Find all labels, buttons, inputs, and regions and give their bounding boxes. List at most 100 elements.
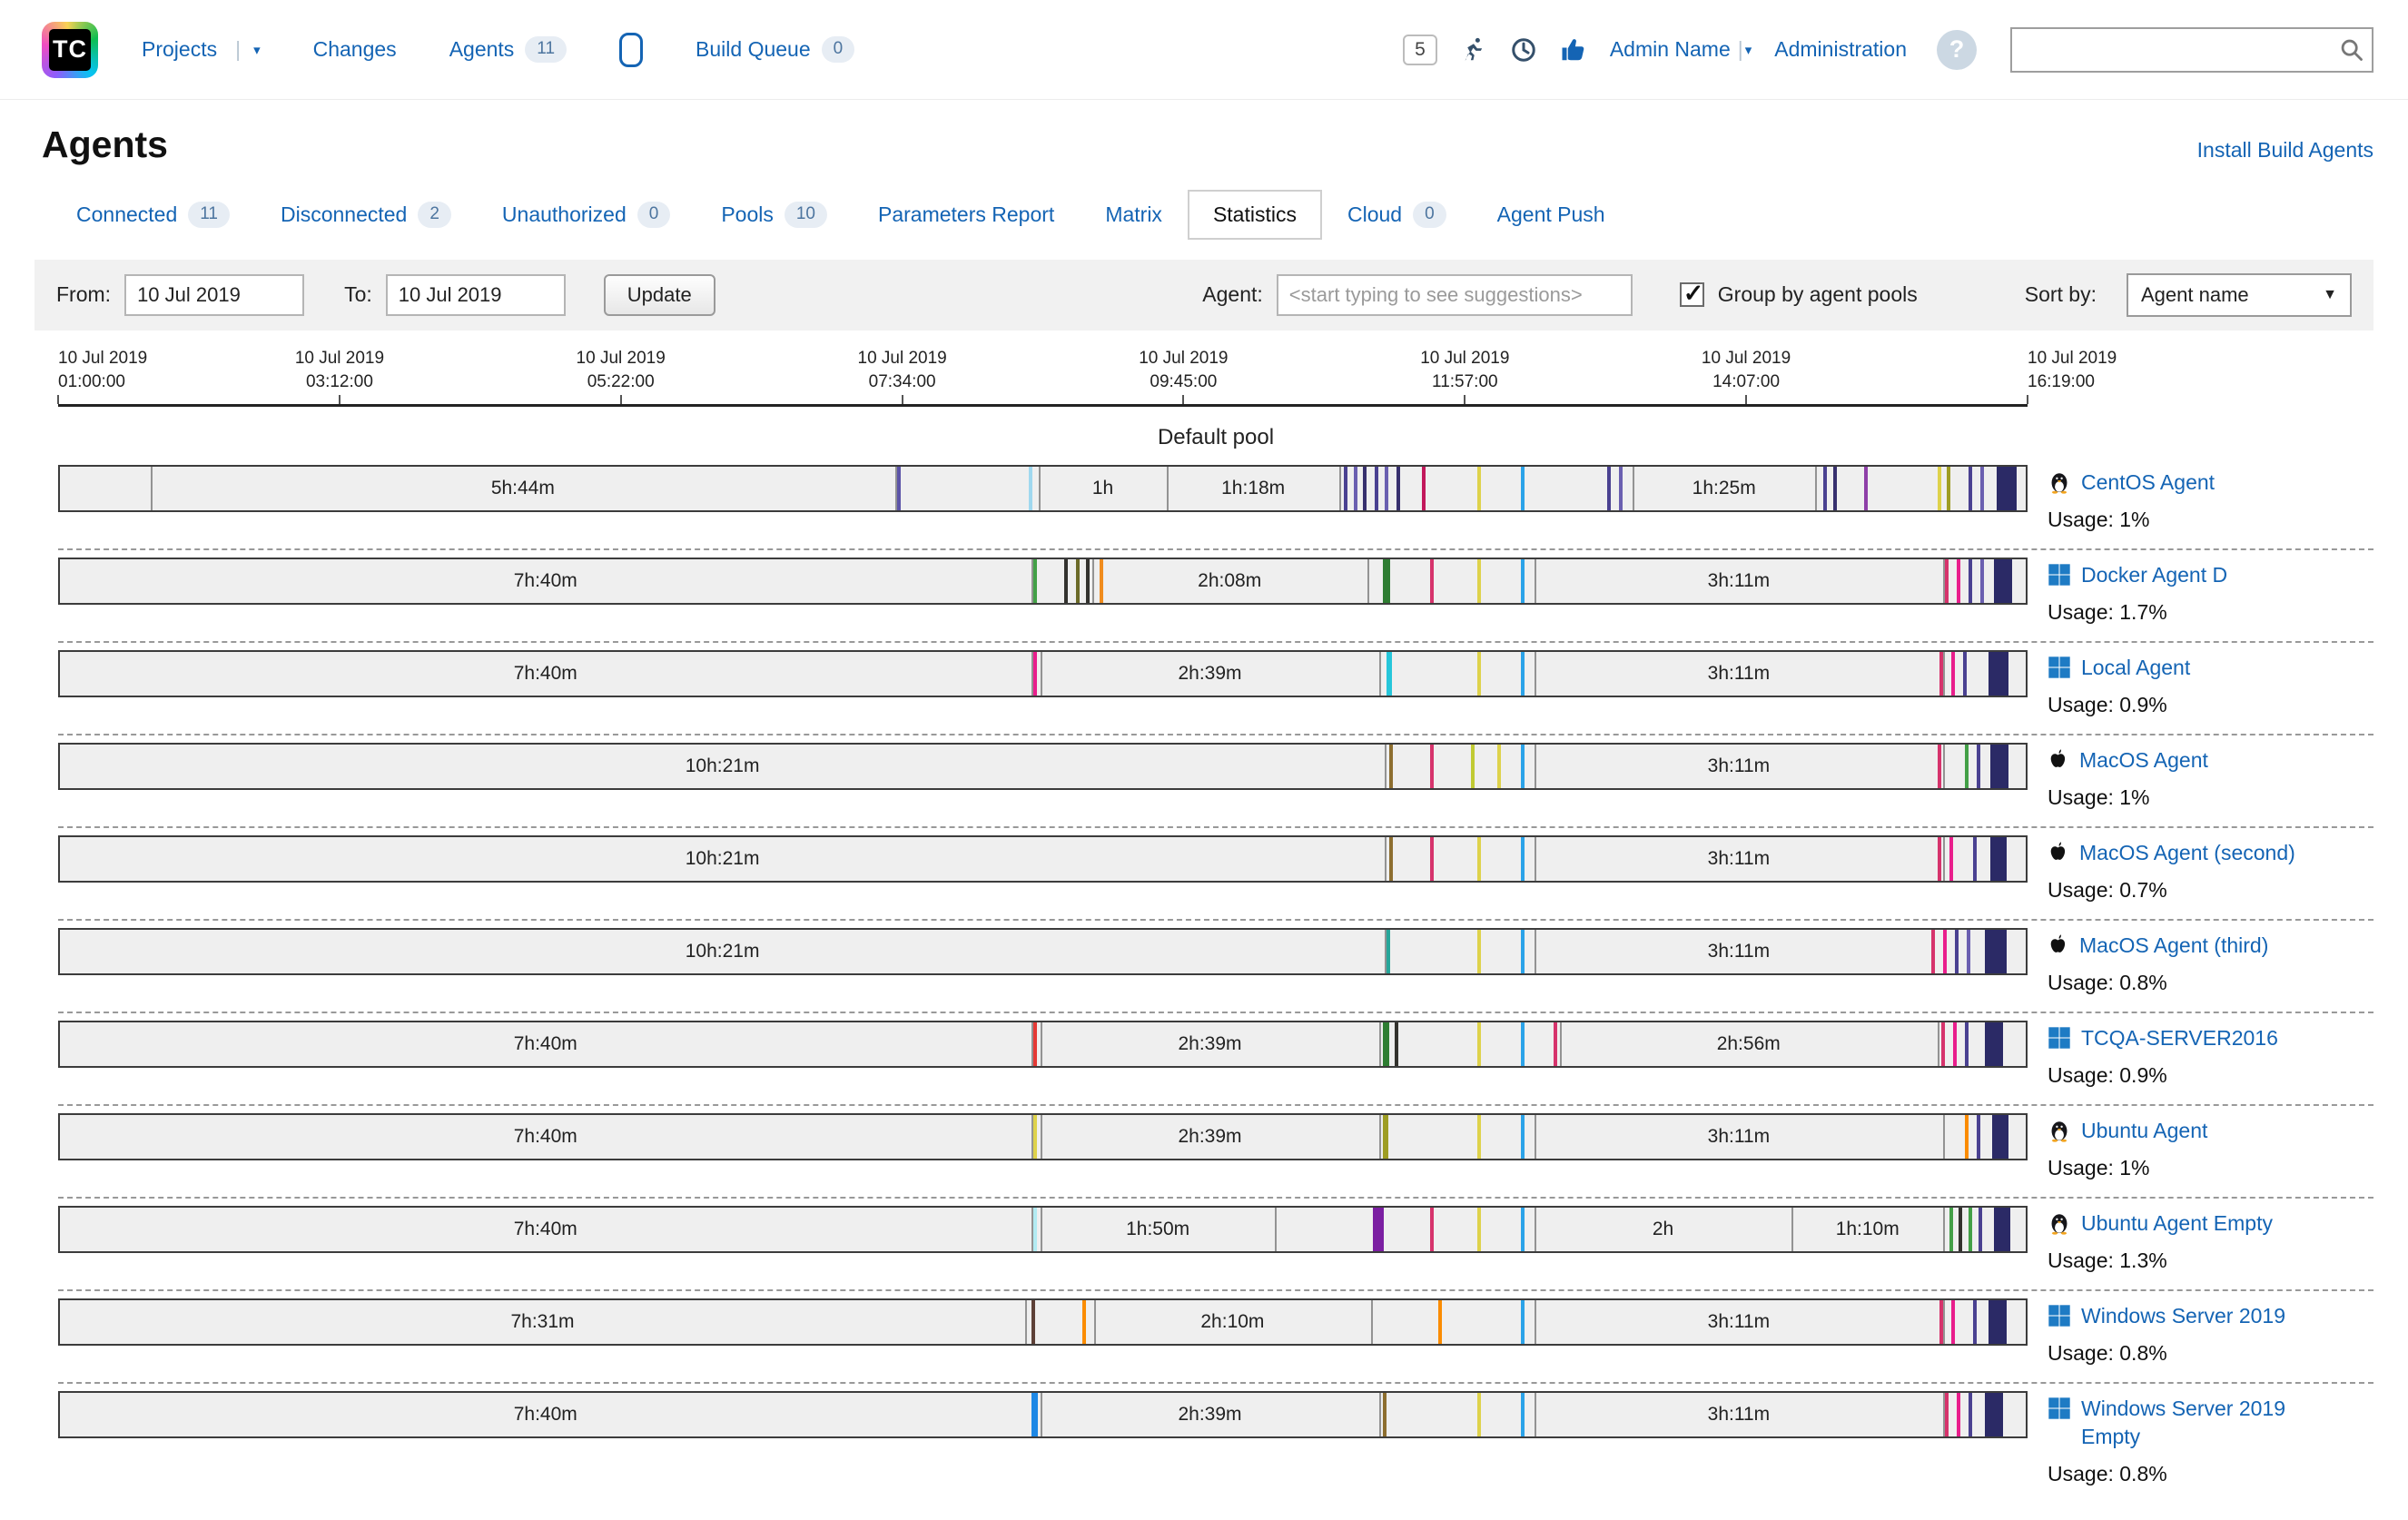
build-stripe[interactable] [1395, 1022, 1398, 1066]
build-stripe[interactable] [1953, 1022, 1957, 1066]
build-stripe[interactable] [1938, 745, 1941, 788]
tab-cloud[interactable]: Cloud0 [1322, 190, 1472, 240]
timeline-bar[interactable]: 10h:21m3h:11m [58, 743, 2028, 790]
build-stripe[interactable] [1990, 837, 2007, 881]
build-stripe[interactable] [1521, 930, 1525, 973]
timeline-bar[interactable]: 10h:21m3h:11m [58, 835, 2028, 883]
build-stripe[interactable] [1521, 652, 1525, 696]
agent-link[interactable]: Ubuntu Agent [2081, 1117, 2207, 1145]
build-stripe[interactable] [1965, 1115, 1969, 1159]
build-stripe[interactable] [1833, 467, 1837, 510]
build-stripe[interactable] [1980, 467, 1984, 510]
build-stripe[interactable] [1969, 467, 1972, 510]
build-stripe[interactable] [1957, 559, 1960, 603]
build-stripe[interactable] [1939, 1300, 1943, 1344]
timeline-bar[interactable]: 5h:44m1h1h:18m1h:25m [58, 465, 2028, 512]
build-stripe[interactable] [1385, 467, 1388, 510]
build-stripe[interactable] [1422, 467, 1426, 510]
build-stripe[interactable] [1396, 467, 1400, 510]
build-stripe[interactable] [1989, 652, 2008, 696]
nav-changes[interactable]: Changes [313, 37, 397, 62]
install-build-agents-link[interactable]: Install Build Agents [2197, 138, 2373, 163]
build-stripe[interactable] [1965, 745, 1969, 788]
build-stripe[interactable] [1521, 745, 1525, 788]
build-stripe[interactable] [1945, 559, 1949, 603]
build-stripe[interactable] [1619, 467, 1623, 510]
timeline-bar[interactable]: 7h:31m2h:10m3h:11m [58, 1298, 2028, 1346]
agent-link[interactable]: MacOS Agent [2079, 746, 2208, 775]
build-stripe[interactable] [1477, 1208, 1481, 1251]
build-stripe[interactable] [1389, 837, 1393, 881]
build-stripe[interactable] [1521, 467, 1525, 510]
administration-link[interactable]: Administration [1774, 37, 1907, 62]
build-stripe[interactable] [1383, 559, 1390, 603]
build-stripe[interactable] [1031, 1300, 1035, 1344]
tab-statistics[interactable]: Statistics [1188, 190, 1322, 240]
build-stripe[interactable] [1477, 1115, 1481, 1159]
build-stripe[interactable] [1965, 1022, 1969, 1066]
teamcity-logo[interactable]: TC [42, 22, 98, 78]
agent-link[interactable]: Local Agent [2081, 654, 2190, 682]
to-date-input[interactable] [386, 274, 566, 316]
timeline-bar[interactable]: 7h:40m2h:39m3h:11m [58, 650, 2028, 697]
tab-connected[interactable]: Connected11 [51, 190, 255, 240]
build-stripe[interactable] [1477, 1022, 1481, 1066]
build-stripe[interactable] [1076, 559, 1080, 603]
agent-link[interactable]: MacOS Agent (third) [2079, 932, 2268, 960]
build-stripe[interactable] [1387, 652, 1392, 696]
timeline-bar[interactable]: 7h:40m2h:08m3h:11m [58, 558, 2028, 605]
build-stripe[interactable] [1387, 930, 1390, 973]
running-builds-icon[interactable] [1460, 36, 1487, 64]
build-stripe[interactable] [1951, 1300, 1955, 1344]
favorites-count-badge[interactable]: 5 [1403, 35, 1437, 65]
build-stripe[interactable] [1086, 559, 1090, 603]
build-stripe[interactable] [1985, 1022, 2003, 1066]
agent-link[interactable]: CentOS Agent [2081, 469, 2215, 497]
build-stripe[interactable] [1997, 467, 2017, 510]
sort-by-select[interactable]: Agent name ▼ [2127, 273, 2352, 317]
build-stripe[interactable] [1990, 745, 2008, 788]
search-icon[interactable] [2339, 37, 2364, 68]
build-stripe[interactable] [1943, 930, 1947, 973]
build-stripe[interactable] [1430, 1208, 1434, 1251]
build-stripe[interactable] [1521, 559, 1525, 603]
build-stripe[interactable] [1969, 1393, 1972, 1436]
nav-agents[interactable]: Agents11 [449, 36, 567, 63]
build-stripe[interactable] [1973, 1300, 1977, 1344]
build-stripe[interactable] [1521, 1208, 1525, 1251]
build-stripe[interactable] [1033, 652, 1037, 696]
group-by-pools-checkbox[interactable] [1680, 282, 1704, 307]
tab-unauthorized[interactable]: Unauthorized0 [477, 190, 696, 240]
build-stripe[interactable] [1979, 1208, 1982, 1251]
tab-matrix[interactable]: Matrix [1080, 190, 1188, 240]
build-stripe[interactable] [1497, 745, 1501, 788]
timeline-bar[interactable]: 7h:40m2h:39m3h:11m [58, 1113, 2028, 1160]
tab-pools[interactable]: Pools10 [696, 190, 853, 240]
build-stripe[interactable] [1383, 1115, 1388, 1159]
build-stripe[interactable] [1389, 745, 1393, 788]
build-stripe[interactable] [1383, 1393, 1387, 1436]
nav-projects[interactable]: Projects|▾ [142, 37, 261, 62]
update-button[interactable]: Update [604, 274, 715, 316]
build-stripe[interactable] [1363, 467, 1367, 510]
build-stripe[interactable] [1477, 559, 1481, 603]
agent-link[interactable]: Docker Agent D [2081, 561, 2227, 589]
build-stripe[interactable] [1967, 930, 1970, 973]
build-stripe[interactable] [1980, 559, 1984, 603]
clock-icon[interactable] [1510, 36, 1537, 64]
build-stripe[interactable] [1477, 1393, 1481, 1436]
agent-link[interactable]: Windows Server 2019 Empty [2081, 1395, 2315, 1451]
build-stripe[interactable] [1375, 467, 1378, 510]
build-stripe[interactable] [1955, 930, 1959, 973]
build-stripe[interactable] [1033, 1115, 1037, 1159]
build-stripe[interactable] [1957, 1393, 1960, 1436]
build-stripe[interactable] [1033, 1022, 1037, 1066]
build-stripe[interactable] [1939, 652, 1943, 696]
build-stripe[interactable] [1949, 1208, 1953, 1251]
build-stripe[interactable] [1029, 467, 1032, 510]
build-stripe[interactable] [1344, 467, 1347, 510]
build-stripe[interactable] [1969, 1208, 1972, 1251]
timeline-bar[interactable]: 7h:40m2h:39m2h:56m [58, 1021, 2028, 1068]
build-stripe[interactable] [1977, 745, 1980, 788]
build-stripe[interactable] [1471, 745, 1475, 788]
